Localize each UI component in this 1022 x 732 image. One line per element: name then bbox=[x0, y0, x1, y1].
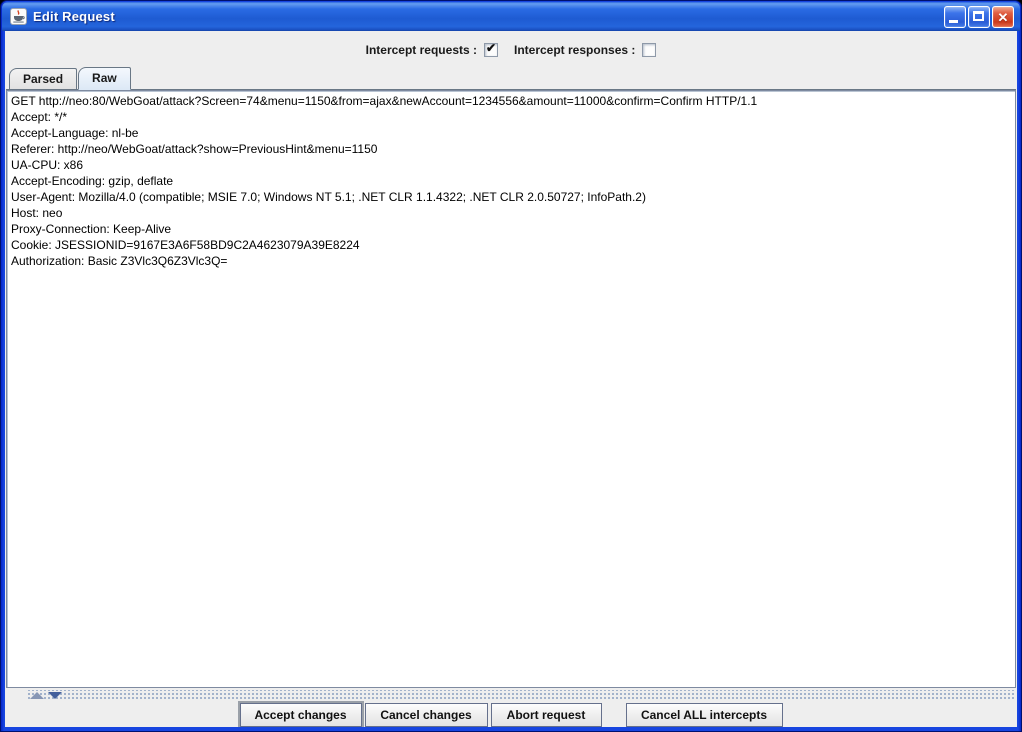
request-line: GET http://neo:80/WebGoat/attack?Screen=… bbox=[11, 93, 1013, 109]
tab-parsed[interactable]: Parsed bbox=[9, 68, 77, 89]
close-button[interactable]: ✕ bbox=[992, 6, 1014, 28]
tab-raw[interactable]: Raw bbox=[78, 67, 131, 90]
window-controls: ✕ bbox=[944, 6, 1014, 28]
accept-changes-button[interactable]: Accept changes bbox=[240, 703, 362, 727]
request-line: Authorization: Basic Z3Vlc3Q6Z3Vlc3Q= bbox=[11, 253, 1013, 269]
intercept-options-bar: Intercept requests : ✔ Intercept respons… bbox=[5, 36, 1017, 64]
split-divider[interactable] bbox=[6, 690, 1016, 701]
title-bar: Edit Request ✕ bbox=[2, 2, 1020, 31]
raw-request-textarea[interactable]: GET http://neo:80/WebGoat/attack?Screen=… bbox=[6, 90, 1016, 688]
intercept-responses-label: Intercept responses : bbox=[514, 43, 635, 57]
abort-request-button[interactable]: Abort request bbox=[491, 703, 602, 727]
request-line: User-Agent: Mozilla/4.0 (compatible; MSI… bbox=[11, 189, 1013, 205]
request-line: Host: neo bbox=[11, 205, 1013, 221]
maximize-icon bbox=[973, 11, 984, 21]
request-line: Accept: */* bbox=[11, 109, 1013, 125]
check-icon: ✔ bbox=[486, 41, 496, 55]
edit-request-window: Edit Request ✕ Intercept requests : ✔ In… bbox=[0, 0, 1022, 732]
collapse-up-icon[interactable] bbox=[30, 692, 44, 699]
intercept-responses-checkbox[interactable] bbox=[642, 43, 656, 57]
cancel-changes-button[interactable]: Cancel changes bbox=[365, 703, 488, 727]
close-icon: ✕ bbox=[993, 7, 1013, 27]
minimize-icon bbox=[949, 20, 958, 23]
request-line: Accept-Language: nl-be bbox=[11, 125, 1013, 141]
cancel-all-intercepts-button[interactable]: Cancel ALL intercepts bbox=[626, 703, 783, 727]
request-line: Cookie: JSESSIONID=9167E3A6F58BD9C2A4623… bbox=[11, 237, 1013, 253]
maximize-button[interactable] bbox=[968, 6, 990, 28]
request-line: UA-CPU: x86 bbox=[11, 157, 1013, 173]
dialog-content: Intercept requests : ✔ Intercept respons… bbox=[5, 31, 1017, 727]
window-title: Edit Request bbox=[33, 9, 115, 24]
request-view-tabs: Parsed Raw bbox=[6, 67, 1016, 90]
collapse-down-icon[interactable] bbox=[48, 692, 62, 699]
action-buttons: Accept changes Cancel changes Abort requ… bbox=[5, 703, 1017, 727]
request-line: Referer: http://neo/WebGoat/attack?show=… bbox=[11, 141, 1013, 157]
intercept-requests-checkbox[interactable]: ✔ bbox=[484, 43, 498, 57]
java-cup-icon[interactable] bbox=[10, 8, 27, 25]
request-line: Accept-Encoding: gzip, deflate bbox=[11, 173, 1013, 189]
intercept-requests-label: Intercept requests : bbox=[366, 43, 477, 57]
minimize-button[interactable] bbox=[944, 6, 966, 28]
request-line: Proxy-Connection: Keep-Alive bbox=[11, 221, 1013, 237]
